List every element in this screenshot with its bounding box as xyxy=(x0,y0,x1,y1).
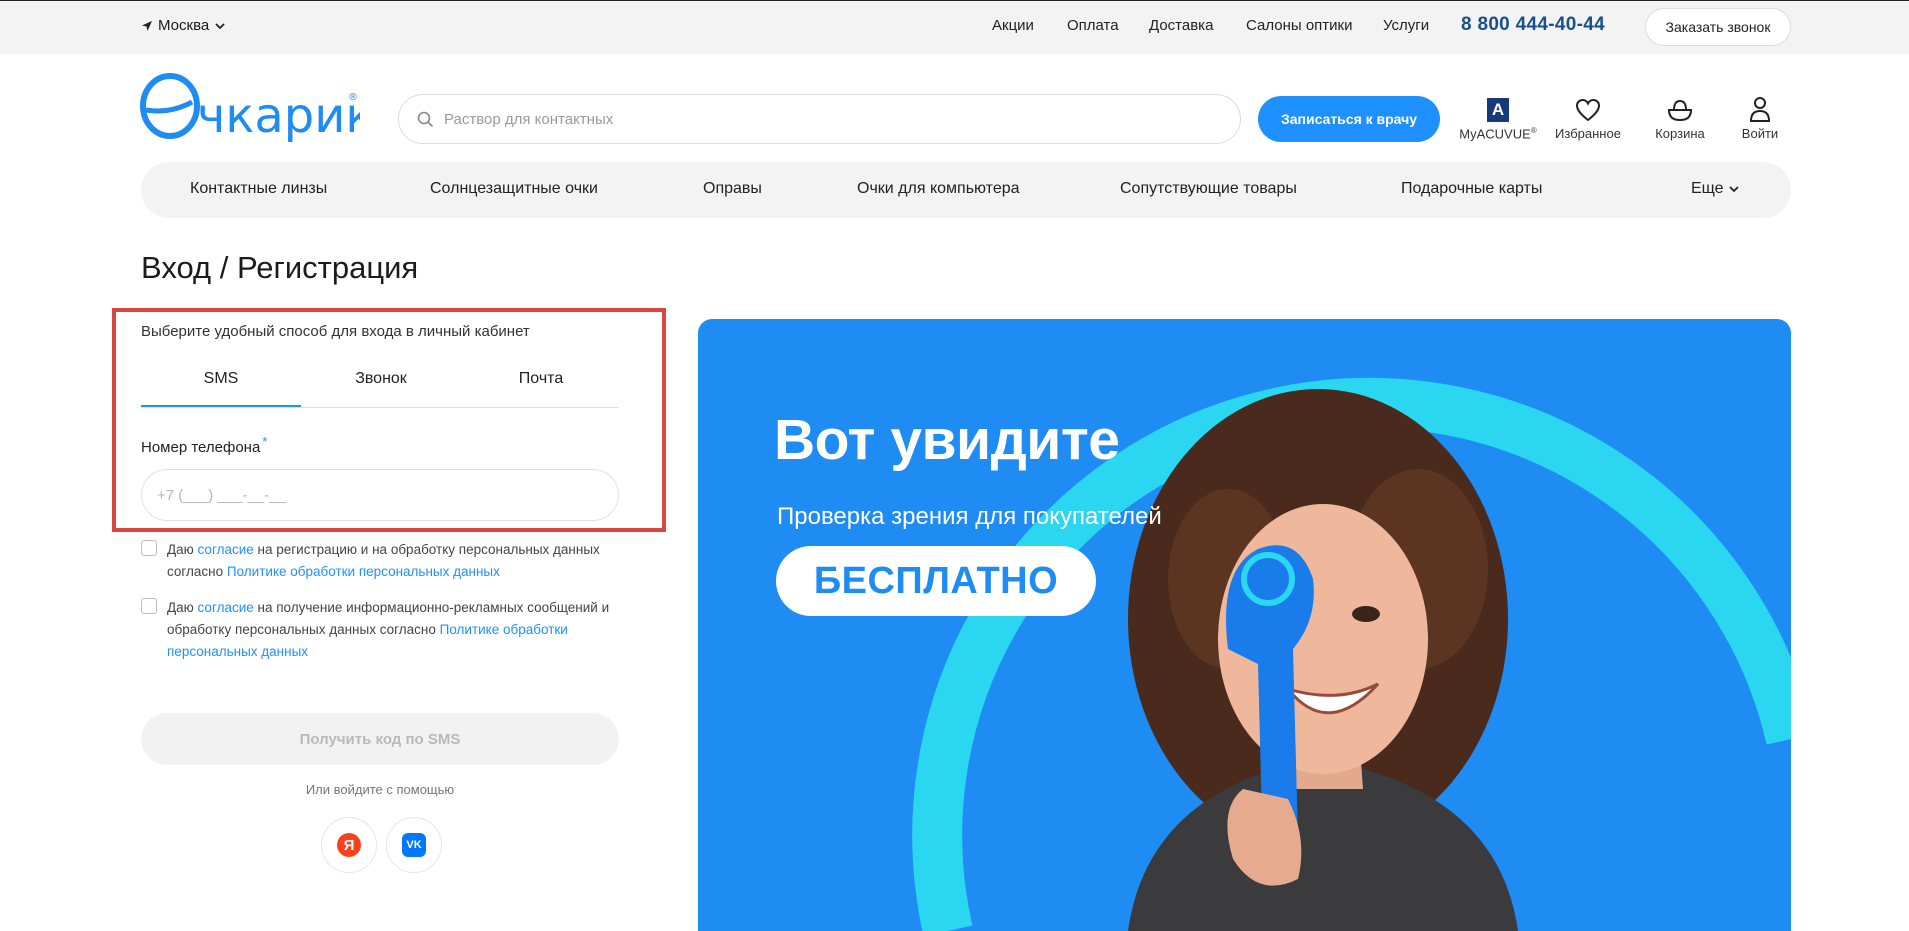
location-arrow-icon xyxy=(142,20,152,31)
top-link-services[interactable]: Услуги xyxy=(1383,17,1429,34)
category-sunglasses[interactable]: Солнцезащитные очки xyxy=(430,180,598,198)
consent-link[interactable]: согласие xyxy=(198,600,254,615)
phone-input[interactable] xyxy=(141,469,619,521)
login-method-hint: Выберите удобный способ для входа в личн… xyxy=(141,323,530,340)
phone-field-label: Номер телефона * xyxy=(141,434,267,456)
chevron-down-icon xyxy=(1728,186,1739,193)
vk-icon: VK xyxy=(402,833,426,857)
category-more[interactable]: Еще xyxy=(1691,180,1740,198)
promo-banner[interactable]: Вот увидите Проверка зрения для покупате… xyxy=(698,319,1791,931)
tab-email[interactable]: Почта xyxy=(461,370,621,407)
top-link-delivery[interactable]: Доставка xyxy=(1149,17,1213,34)
svg-text:чкарик: чкарик xyxy=(197,88,360,144)
cart-button[interactable]: Корзина xyxy=(1644,92,1716,141)
category-nav: Контактные линзы Солнцезащитные очки Опр… xyxy=(141,162,1791,218)
doctor-appointment-button[interactable]: Записаться к врачу xyxy=(1258,96,1440,142)
top-link-salons[interactable]: Салоны оптики xyxy=(1246,17,1353,34)
consent-registration-checkbox[interactable] xyxy=(141,540,157,556)
yandex-login-button[interactable]: Я xyxy=(321,817,377,873)
tab-sms[interactable]: SMS xyxy=(141,370,301,407)
category-more-label: Еще xyxy=(1691,180,1724,197)
login-label: Войти xyxy=(1741,126,1779,141)
banner-subtitle: Проверка зрения для покупателей xyxy=(777,503,1162,530)
myacuvue-label: MyACUVUE® xyxy=(1459,126,1537,142)
phone-label-text: Номер телефона xyxy=(141,439,261,456)
city-selector[interactable]: Москва xyxy=(141,17,226,34)
consent-marketing-checkbox[interactable] xyxy=(141,598,157,614)
callback-button[interactable]: Заказать звонок xyxy=(1645,8,1791,46)
top-link-payment[interactable]: Оплата xyxy=(1067,17,1119,34)
myacuvue-button[interactable]: A MyACUVUE® xyxy=(1457,92,1539,141)
svg-text:®: ® xyxy=(348,92,358,103)
category-gift-cards[interactable]: Подарочные карты xyxy=(1401,180,1542,198)
yandex-icon: Я xyxy=(337,833,361,857)
search-icon xyxy=(417,111,434,127)
top-link-promotions[interactable]: Акции xyxy=(992,17,1034,34)
site-logo[interactable]: чкарик ® xyxy=(140,70,374,148)
privacy-policy-link[interactable]: Политике обработки персональных данных xyxy=(227,564,500,579)
get-sms-code-button[interactable]: Получить код по SMS xyxy=(141,713,619,765)
city-name: Москва xyxy=(158,17,210,34)
acuvue-icon: A xyxy=(1487,98,1509,122)
logo-mark: чкарик ® xyxy=(140,73,374,144)
user-icon xyxy=(1749,97,1771,122)
consent-marketing-text: Даю согласие на получение информационно-… xyxy=(167,600,610,659)
search-input[interactable] xyxy=(444,110,1240,128)
social-login-hint: Или войдите с помощью xyxy=(305,782,455,797)
login-method-tabs: SMS Звонок Почта xyxy=(141,362,619,408)
consent-marketing: Даю согласие на получение информационно-… xyxy=(141,597,611,663)
banner-free-badge: БЕСПЛАТНО xyxy=(776,546,1096,616)
consent-registration: Даю согласие на регистрацию и на обработ… xyxy=(141,539,611,583)
phone-number[interactable]: 8 800 444-40-44 xyxy=(1461,14,1605,36)
consent-registration-text: Даю согласие на регистрацию и на обработ… xyxy=(167,542,600,579)
search-bar[interactable] xyxy=(398,94,1241,144)
favorites-button[interactable]: Избранное xyxy=(1548,92,1628,141)
login-button[interactable]: Войти xyxy=(1736,92,1784,141)
heart-icon xyxy=(1575,98,1601,122)
banner-title: Вот увидите xyxy=(774,408,1120,472)
category-accessories[interactable]: Сопутствующие товары xyxy=(1120,180,1297,198)
favorites-label: Избранное xyxy=(1555,126,1621,141)
category-contact-lenses[interactable]: Контактные линзы xyxy=(190,180,327,198)
required-mark: * xyxy=(262,434,268,449)
consent-link[interactable]: согласие xyxy=(198,542,254,557)
page-title: Вход / Регистрация xyxy=(141,250,419,285)
category-frames[interactable]: Оправы xyxy=(703,180,762,198)
basket-icon xyxy=(1667,99,1693,122)
chevron-down-icon xyxy=(215,22,225,29)
top-bar: Москва Акции Оплата Доставка Салоны опти… xyxy=(0,0,1909,54)
category-computer-glasses[interactable]: Очки для компьютера xyxy=(857,180,1020,198)
tab-call[interactable]: Звонок xyxy=(301,370,461,407)
cart-label: Корзина xyxy=(1655,126,1705,141)
vk-login-button[interactable]: VK xyxy=(386,817,442,873)
